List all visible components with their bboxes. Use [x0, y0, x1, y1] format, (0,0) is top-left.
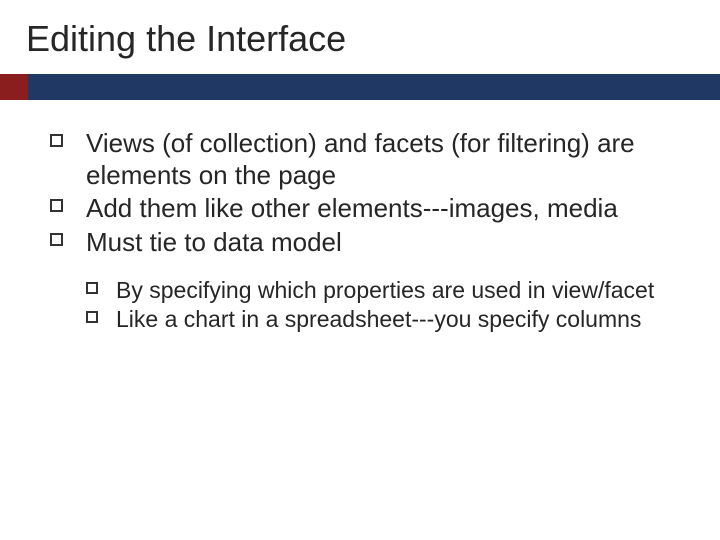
square-bullet-icon	[50, 134, 63, 147]
slide: Editing the Interface Views (of collecti…	[0, 0, 720, 540]
bullet-text: Must tie to data model	[86, 227, 342, 257]
square-bullet-icon	[86, 311, 98, 323]
list-item: Like a chart in a spreadsheet---you spec…	[86, 306, 680, 334]
sub-bullet-text: Like a chart in a spreadsheet---you spec…	[116, 306, 641, 332]
square-bullet-icon	[50, 233, 63, 246]
title-bar	[0, 74, 720, 100]
list-item: Must tie to data model	[50, 227, 680, 259]
accent-bar	[0, 74, 28, 100]
content-area: Views (of collection) and facets (for fi…	[0, 100, 720, 334]
bullet-text: Add them like other elements---images, m…	[86, 193, 618, 223]
bullet-text: Views (of collection) and facets (for fi…	[86, 128, 635, 190]
square-bullet-icon	[86, 282, 98, 294]
list-item: By specifying which properties are used …	[86, 277, 680, 305]
list-item: Views (of collection) and facets (for fi…	[50, 128, 680, 191]
sub-bullet-list: By specifying which properties are used …	[50, 277, 680, 334]
sub-bullet-text: By specifying which properties are used …	[116, 277, 654, 303]
bullet-list: Views (of collection) and facets (for fi…	[50, 128, 680, 259]
main-bar	[28, 74, 720, 100]
list-item: Add them like other elements---images, m…	[50, 193, 680, 225]
square-bullet-icon	[50, 199, 63, 212]
slide-title: Editing the Interface	[0, 18, 720, 68]
